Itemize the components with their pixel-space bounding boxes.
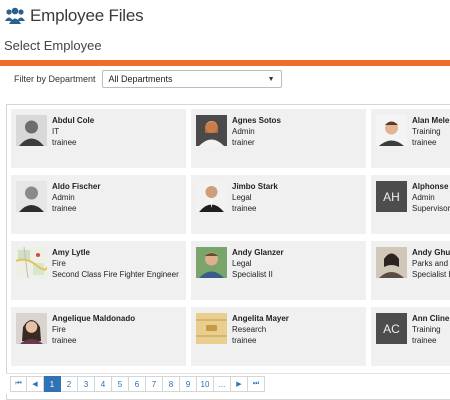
employee-name: Angelita Mayer: [232, 314, 289, 323]
employee-department: Fire: [52, 259, 66, 268]
portrait-photo: [196, 115, 227, 146]
employee-title: trainee: [52, 138, 77, 147]
filter-label: Filter by Department: [14, 74, 96, 84]
employee-title: trainee: [52, 204, 77, 213]
employee-name: Jimbo Stark: [232, 182, 278, 191]
employee-title: trainee: [52, 336, 77, 345]
pagination: ⏮ ◀ 1 2 3 4 5 6 7 8 9 10 ... ▶ ⏭: [6, 373, 450, 394]
page-button[interactable]: 3: [78, 376, 95, 392]
people-group-icon: [5, 7, 25, 24]
employee-department: Parks and R: [412, 259, 450, 268]
portrait-photo: [376, 247, 407, 278]
employee-name: Ann Cline: [412, 314, 450, 323]
employee-title: trainer: [232, 138, 255, 147]
map-photo: [16, 247, 47, 278]
employee-card[interactable]: Alan Melen Training trainee: [371, 109, 450, 168]
app-title: Employee Files: [30, 6, 144, 25]
employee-card[interactable]: Agnes Sotos Admin trainer: [191, 109, 366, 168]
employee-department: Legal: [232, 259, 252, 268]
portrait-photo: [16, 313, 47, 344]
employee-card[interactable]: Aldo Fischer Admin trainee: [11, 175, 186, 234]
portrait-photo: [16, 181, 47, 212]
employee-title: Supervisor: [412, 204, 450, 213]
department-select-value: All Departments: [108, 74, 173, 84]
page-button[interactable]: 2: [61, 376, 78, 392]
portrait-photo: [376, 115, 407, 146]
employee-name: Aldo Fischer: [52, 182, 101, 191]
employee-title: trainee: [232, 204, 257, 213]
employee-name: Abdul Cole: [52, 116, 95, 125]
employee-name: Andy Ghum: [412, 248, 450, 257]
employee-card[interactable]: Amy Lytle Fire Second Class Fire Fighter…: [11, 241, 186, 300]
folder-photo: [196, 313, 227, 344]
page-button[interactable]: 10: [197, 376, 214, 392]
employee-card[interactable]: Angelique Maldonado Fire trainee: [11, 307, 186, 366]
employee-title: Second Class Fire Fighter Engineer: [52, 270, 179, 279]
employee-department: IT: [52, 127, 60, 136]
app-header: Employee Files: [0, 0, 450, 32]
employee-title: Specialist II: [232, 270, 273, 279]
page-button[interactable]: 9: [180, 376, 197, 392]
employee-title: trainee: [412, 336, 437, 345]
page-button[interactable]: 1: [44, 376, 61, 392]
employee-name: Angelique Maldonado: [52, 314, 136, 323]
employee-name: Alphonse H: [412, 182, 450, 191]
employee-name: Alan Melen: [412, 116, 450, 125]
next-page-button[interactable]: ▶: [231, 376, 248, 392]
employee-department: Admin: [52, 193, 75, 202]
employee-name: Agnes Sotos: [232, 116, 281, 125]
employee-name: Amy Lytle: [52, 248, 90, 257]
employee-card[interactable]: Andy Ghum Parks and R Specialist I: [371, 241, 450, 300]
employee-card[interactable]: Andy Glanzer Legal Specialist II: [191, 241, 366, 300]
employee-card[interactable]: Angelita Mayer Research trainee: [191, 307, 366, 366]
employee-name: Andy Glanzer: [232, 248, 284, 257]
page-title: Select Employee: [4, 38, 102, 53]
employee-card[interactable]: Jimbo Stark Legal trainee: [191, 175, 366, 234]
page-button[interactable]: 6: [129, 376, 146, 392]
portrait-photo: [16, 115, 47, 146]
department-filter: Filter by Department All Departments ▼: [14, 70, 282, 88]
employee-department: Admin: [412, 193, 435, 202]
employee-card[interactable]: AH Alphonse H Admin Supervisor: [371, 175, 450, 234]
more-pages-button[interactable]: ...: [214, 376, 231, 392]
employee-department: Training: [412, 325, 441, 334]
employee-department: Admin: [232, 127, 255, 136]
employee-department: Legal: [232, 193, 252, 202]
employee-title: Specialist I: [412, 270, 450, 279]
employee-card[interactable]: AC Ann Cline Training trainee: [371, 307, 450, 366]
chevron-down-icon: ▼: [267, 75, 275, 83]
portrait-photo: [196, 247, 227, 278]
employee-department: Training: [412, 127, 441, 136]
employee-card[interactable]: Abdul Cole IT trainee: [11, 109, 186, 168]
page-button[interactable]: 4: [95, 376, 112, 392]
employee-grid: Abdul Cole IT trainee Agnes Sotos Admin …: [6, 104, 450, 400]
first-page-button[interactable]: ⏮: [10, 376, 27, 392]
department-select[interactable]: All Departments ▼: [101, 70, 282, 88]
last-page-button[interactable]: ⏭: [248, 376, 265, 392]
page-button[interactable]: 8: [163, 376, 180, 392]
employee-title: trainee: [232, 336, 257, 345]
avatar-initials: AH: [376, 181, 407, 212]
employee-department: Research: [232, 325, 267, 334]
employee-department: Fire: [52, 325, 66, 334]
employee-title: trainee: [412, 138, 437, 147]
page-button[interactable]: 7: [146, 376, 163, 392]
page-button[interactable]: 5: [112, 376, 129, 392]
accent-divider: [0, 60, 450, 66]
previous-page-button[interactable]: ◀: [27, 376, 44, 392]
portrait-photo: [196, 181, 227, 212]
avatar-initials: AC: [376, 313, 407, 344]
